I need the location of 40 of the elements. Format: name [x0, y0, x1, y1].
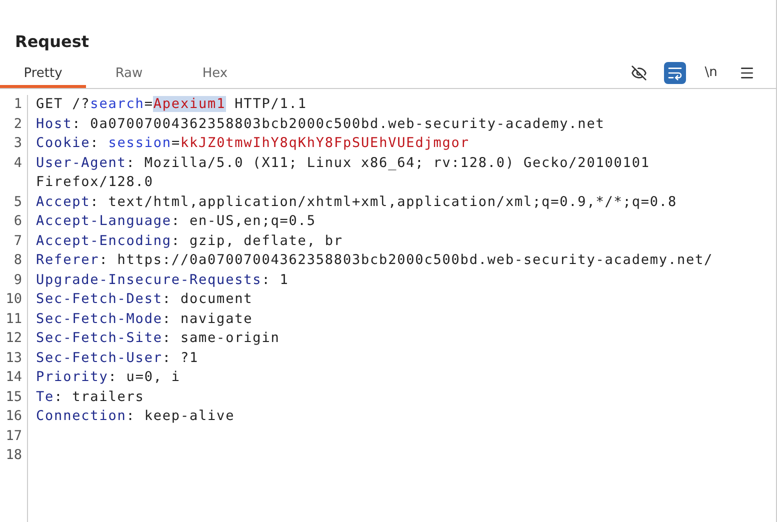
- code-line: Host: 0a07007004362358803bcb2000c500bd.web-security-academy.net: [36, 114, 606, 134]
- code-line: User-Agent: Mozilla/5.0 (X11; Linux x86_64; rv:128.0) Gecko/20100101 Firefox/128.0: [36, 154, 651, 192]
- line-number: 2: [12, 114, 22, 134]
- line-number: 16: [4, 407, 22, 426]
- code-line: Accept: text/html,application/xhtml+xml,application/xml;q=0.9,*/*;q=0.8: [36, 192, 678, 212]
- line-number: 17: [4, 426, 22, 446]
- code-line: Upgrade-Insecure-Requests: 1: [36, 270, 290, 290]
- code-line: Cookie: session=kkJZ0tmwIhY8qKhY8FpSUEhVUEdjmgor: [36, 134, 470, 153]
- line-number: 9: [12, 270, 22, 290]
- line-number: 12: [4, 329, 22, 348]
- code-line: Priority: u=0, i: [36, 368, 182, 387]
- code-line: GET /?search=Apexium1 HTTP/1.1: [36, 95, 308, 114]
- code-line: Referer: https://0a07007004362358803bcb2000c500bd.web-security-academy.net/: [36, 251, 714, 270]
- code-line: Te: trailers: [36, 388, 146, 406]
- line-number: 10: [4, 290, 22, 309]
- line-number: 6: [12, 212, 22, 231]
- tab[interactable]: Hex: [172, 62, 258, 88]
- line-number: 13: [4, 348, 22, 368]
- code-line: Accept-Language: en-US,en;q=0.5: [36, 212, 317, 231]
- line-number: 15: [4, 388, 22, 406]
- line-number: 14: [4, 368, 22, 387]
- code-line: Sec-Fetch-User: ?1: [36, 348, 200, 368]
- code-line: Sec-Fetch-Site: same-origin: [36, 329, 281, 348]
- code-line: Sec-Fetch-Dest: document: [36, 290, 254, 309]
- line-number: 7: [12, 232, 22, 250]
- code-line: Accept-Encoding: gzip, deflate, br: [36, 232, 344, 250]
- wrap-text-icon[interactable]: [664, 62, 686, 84]
- code-line: Sec-Fetch-Mode: navigate: [36, 310, 254, 328]
- line-number: 5: [12, 192, 22, 212]
- tab[interactable]: Pretty: [0, 62, 86, 88]
- line-number: 8: [12, 251, 22, 270]
- line-number: 3: [12, 134, 22, 153]
- line-number: 11: [4, 310, 22, 328]
- line-number: 18: [4, 446, 22, 465]
- newline-toggle[interactable]: \n: [700, 62, 722, 84]
- panel-title: Request: [14, 31, 90, 53]
- line-number: 4: [12, 154, 22, 172]
- code-line: Connection: keep-alive: [36, 407, 236, 426]
- line-number: 1: [12, 95, 22, 114]
- tab[interactable]: Raw: [86, 62, 172, 88]
